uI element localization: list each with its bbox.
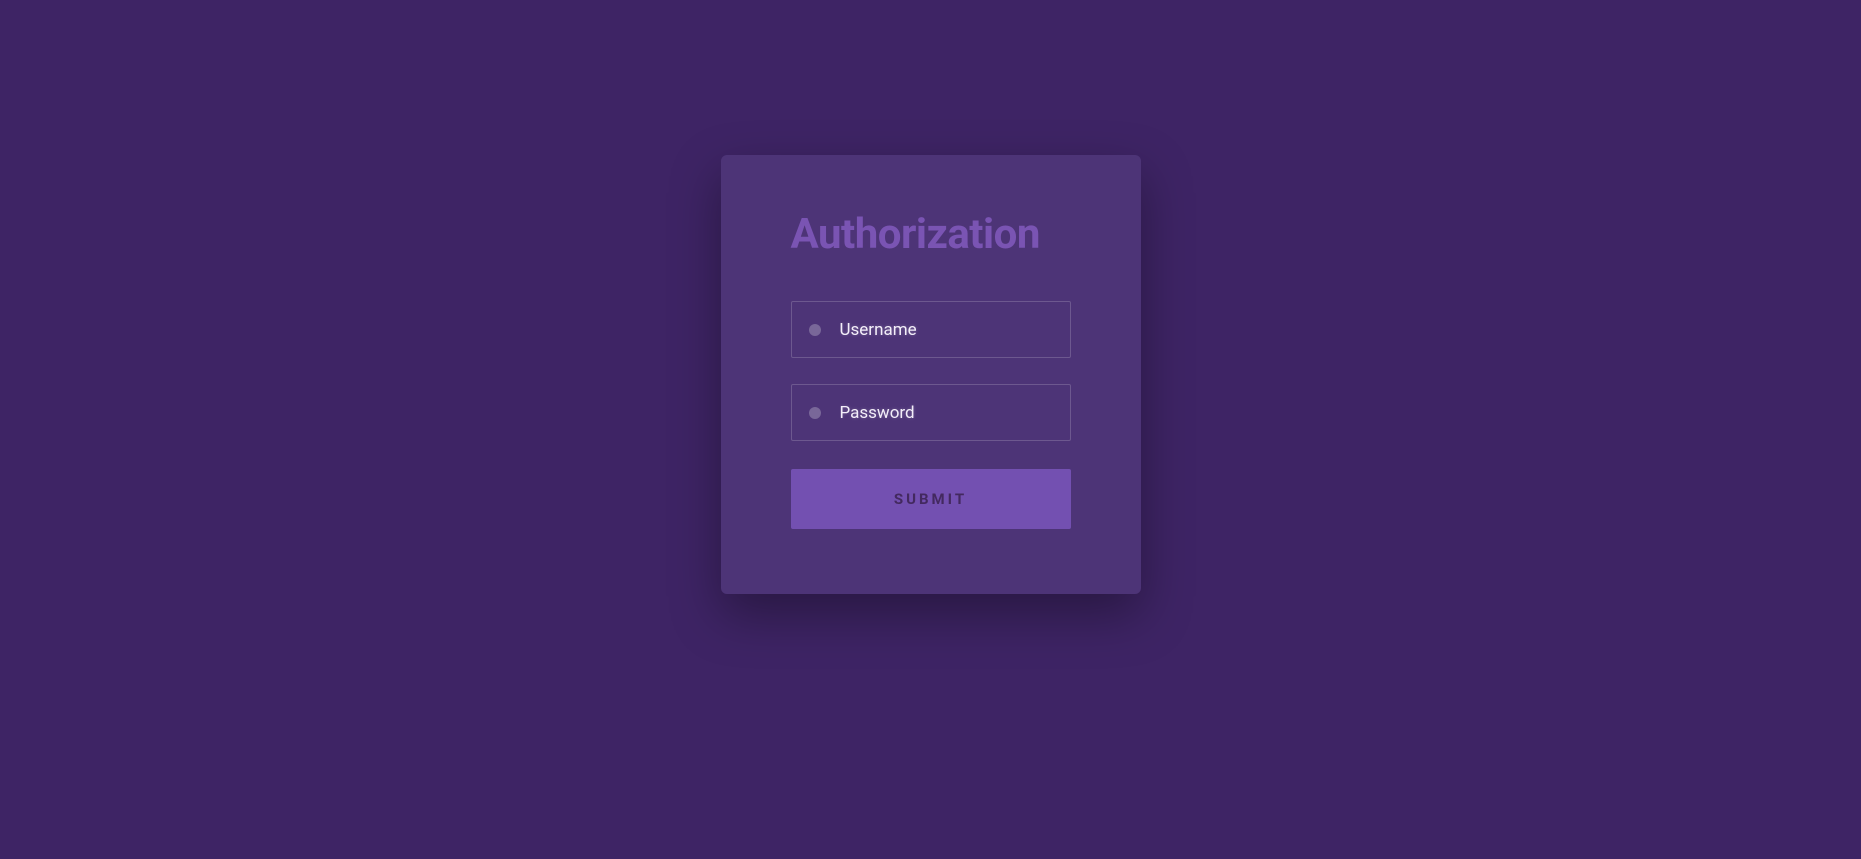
- username-input[interactable]: [791, 301, 1071, 358]
- submit-button[interactable]: SUBMIT: [791, 469, 1071, 529]
- authorization-card: Authorization SUBMIT: [721, 155, 1141, 594]
- password-field-wrapper: [791, 384, 1071, 441]
- password-input[interactable]: [791, 384, 1071, 441]
- username-field-wrapper: [791, 301, 1071, 358]
- page-title: Authorization: [791, 210, 1071, 259]
